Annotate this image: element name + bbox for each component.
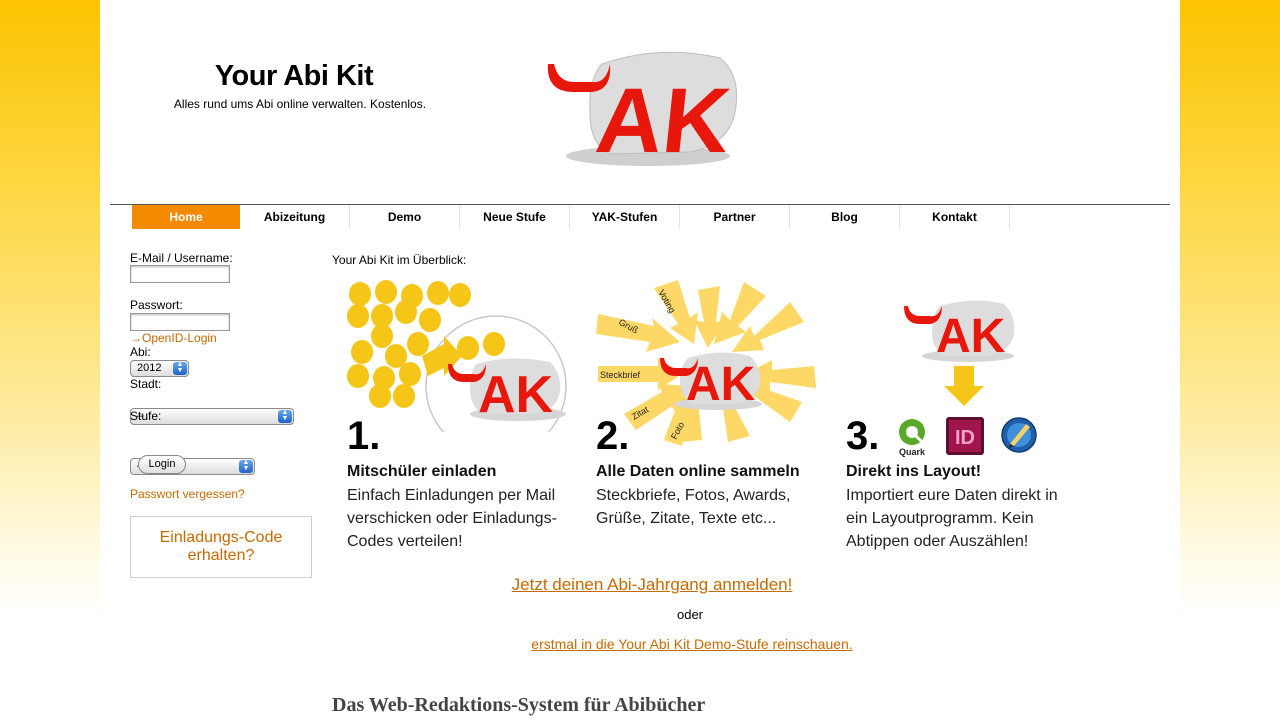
layout-illustration: AK (904, 300, 1015, 406)
nav-item-yak-stufen[interactable]: YAK-Stufen (570, 205, 680, 229)
stufe-label: Stufe: (130, 409, 162, 423)
chick-icon (369, 384, 391, 408)
chick-icon (419, 308, 441, 332)
chick-icon (375, 280, 397, 304)
yak-logo[interactable]: AK (540, 34, 750, 174)
nav-item-partner[interactable]: Partner (680, 205, 790, 229)
step-1-title: Mitschüler einladen (347, 463, 497, 480)
nav-item-blog[interactable]: Blog (790, 205, 900, 229)
password-field[interactable] (130, 313, 230, 331)
section-heading: Das Web-Redaktions-System für Abibücher (332, 694, 706, 716)
svg-text:AK: AK (936, 310, 1006, 363)
abi-label: Abi: (130, 345, 151, 359)
invite-code-box[interactable]: Einladungs-Code erhalten? (130, 516, 312, 578)
chick-icon (427, 281, 449, 305)
overview-label: Your Abi Kit im Überblick: (332, 253, 467, 267)
abi-select[interactable]: 2012 ▲ ▼ (130, 360, 189, 377)
login-button[interactable]: Login (138, 455, 186, 474)
svg-text:ID: ID (955, 427, 975, 449)
chick-icon (407, 332, 429, 356)
password-label: Passwort: (130, 298, 183, 312)
select-arrows-icon: ▲ ▼ (239, 459, 253, 473)
indesign-icon: ID (946, 417, 984, 455)
svg-text:Steckbrief: Steckbrief (600, 370, 641, 380)
svg-text:AK: AK (478, 366, 554, 424)
nav-item-demo[interactable]: Demo (350, 205, 460, 229)
step-2-text: Steckbriefe, Fotos, Awards, Grüße, Zitat… (596, 487, 791, 527)
select-arrows-icon: ▲ ▼ (278, 409, 292, 423)
step-3-text: Importiert eure Daten direkt in ein Layo… (846, 487, 1058, 550)
step-1-text: Einfach Einladungen per Mail verschicken… (347, 487, 557, 550)
svg-text:Quark: Quark (899, 447, 926, 457)
svg-text:AK: AK (686, 358, 756, 411)
email-field[interactable] (130, 265, 230, 283)
chick-icon (349, 282, 371, 306)
arrow-down-icon (944, 366, 984, 406)
chick-icon (483, 332, 505, 356)
step-1-number: 1. (347, 414, 381, 458)
chick-icon (371, 324, 393, 348)
pages-icon (1001, 417, 1037, 453)
demo-link[interactable]: erstmal in die Your Abi Kit Demo-Stufe r… (440, 636, 944, 652)
chick-icon (393, 384, 415, 408)
chick-icon (347, 304, 369, 328)
or-text: oder (676, 607, 704, 622)
arrow-icon (596, 314, 680, 352)
email-label: E-Mail / Username: (130, 251, 233, 265)
site-title[interactable]: Your Abi Kit (214, 60, 374, 93)
logo-text: AK (592, 68, 736, 172)
step-3-number: 3. (846, 414, 880, 458)
nav-item-abizeitung[interactable]: Abizeitung (240, 205, 350, 229)
invite-illustration: AK (347, 280, 567, 432)
chick-icon (351, 340, 373, 364)
chick-icon (395, 300, 417, 324)
forgot-password-link[interactable]: Passwort vergessen? (130, 487, 245, 501)
nav-item-kontakt[interactable]: Kontakt (900, 205, 1010, 229)
step-2-number: 2. (596, 414, 630, 458)
select-arrows-icon: ▲ ▼ (173, 361, 187, 375)
nav-item-home[interactable]: Home (132, 205, 240, 229)
step-3-title: Direkt ins Layout! (846, 463, 982, 480)
site-tagline: Alles rund ums Abi online verwalten. Kos… (173, 97, 427, 111)
stadt-label: Stadt: (130, 377, 162, 391)
nav-item-neue-stufe[interactable]: Neue Stufe (460, 205, 570, 229)
abi-select-value: 2012 (137, 362, 162, 374)
chick-icon (399, 362, 421, 386)
step-2-title: Alle Daten online sammeln (596, 463, 800, 480)
register-link[interactable]: Jetzt deinen Abi-Jahrgang anmelden! (440, 575, 864, 595)
quark-icon: Quark (899, 419, 926, 457)
openid-login-link[interactable]: →OpenID-Login (130, 331, 217, 345)
page-content: Your Abi Kit Alles rund ums Abi online v… (100, 0, 1180, 720)
chick-icon (347, 364, 369, 388)
main-nav: Home Abizeitung Demo Neue Stufe YAK-Stuf… (132, 205, 1010, 229)
chick-icon (449, 283, 471, 307)
invite-code-link[interactable]: Einladungs-Code erhalten? (160, 529, 283, 564)
